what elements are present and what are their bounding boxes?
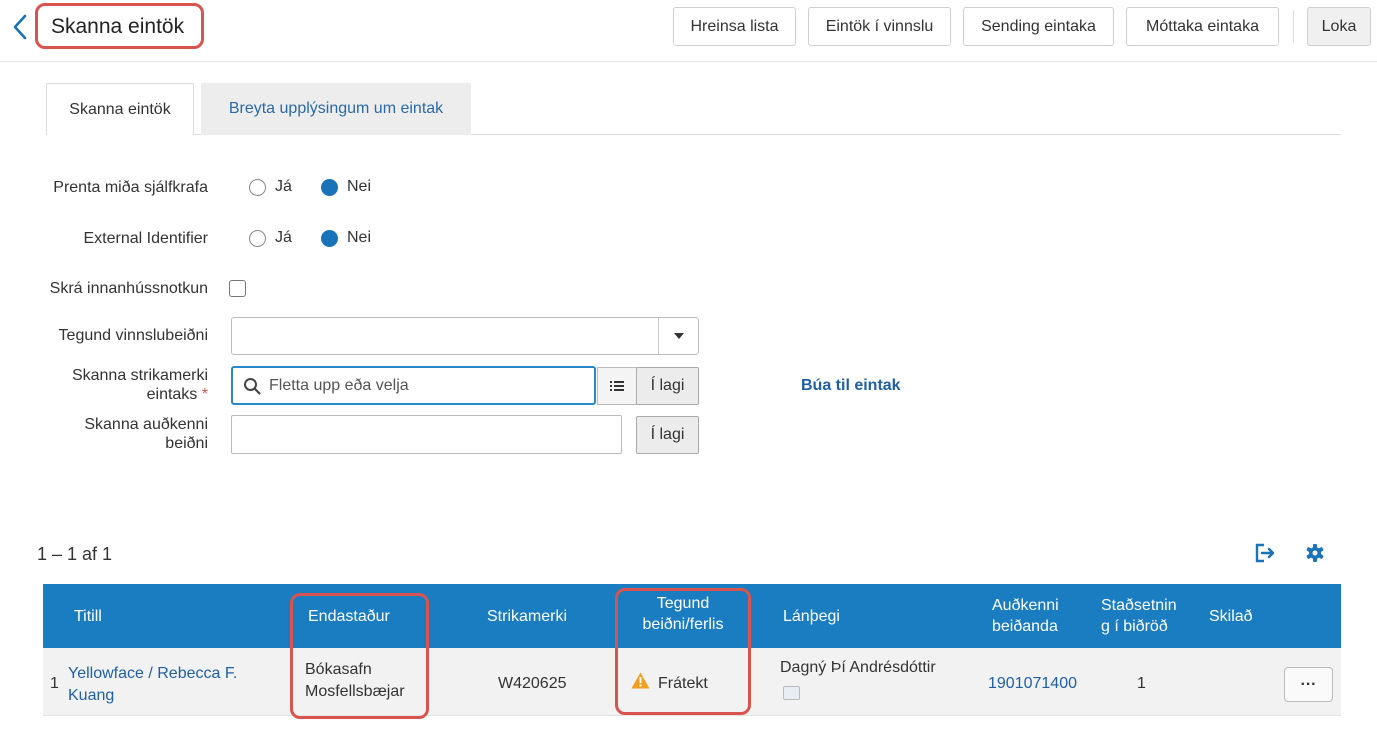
row-request-type: Frátekt [658,675,708,692]
col-queue-position[interactable]: Staðsetnin g í biðröð [1101,595,1177,637]
work-order-type-select[interactable] [231,317,699,355]
row-title-link[interactable]: Yellowface / Rebecca F. Kuang [68,663,237,707]
row-destination: Bókasafn Mosfellsbæjar [305,661,405,700]
row-barcode: W420625 [498,675,567,692]
row-actions-button[interactable]: ··· [1284,667,1333,702]
col-title[interactable]: Titill [74,606,102,627]
scan-barcode-input[interactable] [269,372,589,399]
print-slip-no-radio[interactable] [321,179,338,196]
send-items-button[interactable]: Sending eintaka [963,7,1114,46]
scan-request-ok-button[interactable]: Í lagi [636,416,699,454]
scan-barcode-label: Skanna strikamerki eintaks * [71,367,208,403]
col-requester-id[interactable]: Auðkenni beiðanda [992,595,1059,637]
tab-scan-items[interactable]: Skanna eintök [46,83,194,135]
col-barcode[interactable]: Strikamerki [487,606,567,627]
required-asterisk: * [201,386,208,403]
scan-barcode-ok-button[interactable]: Í lagi [636,367,699,405]
row-queue-position: 1 [1137,675,1146,692]
person-card-icon[interactable] [783,686,800,700]
close-button[interactable]: Loka [1307,7,1371,46]
results-count: 1 – 1 af 1 [37,544,113,564]
in-house-use-label: Skrá innanhússnotkun [49,280,208,297]
back-chevron-icon[interactable] [12,14,28,40]
clear-list-button[interactable]: Hreinsa lista [673,7,796,46]
print-slip-yes-label: Já [275,178,292,195]
header-separator [1293,10,1294,43]
row-requester: Dagný Þí Andrésdóttir [780,659,936,676]
chevron-down-icon[interactable] [674,333,684,339]
external-id-yes-radio[interactable] [249,230,266,247]
in-house-use-checkbox[interactable] [229,280,246,297]
col-returned[interactable]: Skilað [1209,606,1253,627]
list-icon [610,381,624,391]
col-request-type[interactable]: Tegund beiðni/ferlis [628,593,738,635]
external-identifier-label: External Identifier [83,230,208,247]
scan-request-label: Skanna auðkenni beiðni [84,416,208,452]
receive-items-button[interactable]: Móttaka eintaka [1126,7,1279,46]
external-id-no-radio[interactable] [321,230,338,247]
gear-icon[interactable] [1306,544,1324,562]
search-icon [244,378,261,395]
print-slip-no-label: Nei [347,178,372,195]
list-picker-button[interactable] [597,367,637,405]
work-order-type-label: Tegund vinnslubeiðni [58,327,208,344]
print-slip-label: Prenta miða sjálfkrafa [53,179,208,196]
page-title: Skanna eintök [51,15,185,38]
row-requester-id-link[interactable]: 1901071400 [988,673,1077,695]
create-item-link[interactable]: Búa til eintak [801,377,901,395]
scan-request-input[interactable] [231,415,622,454]
external-id-no-label: Nei [347,229,372,246]
export-icon[interactable] [1254,543,1276,563]
tab-edit-item-info[interactable]: Breyta upplýsingum um eintak [201,83,471,135]
row-index: 1 [50,675,59,692]
print-slip-yes-radio[interactable] [249,179,266,196]
warning-icon [631,672,650,689]
items-in-process-button[interactable]: Eintök í vinnslu [808,7,951,46]
col-requester[interactable]: Lánþegi [783,606,840,627]
col-destination[interactable]: Endastaður [308,606,390,627]
header-divider [0,61,1377,62]
external-id-yes-label: Já [275,229,292,246]
